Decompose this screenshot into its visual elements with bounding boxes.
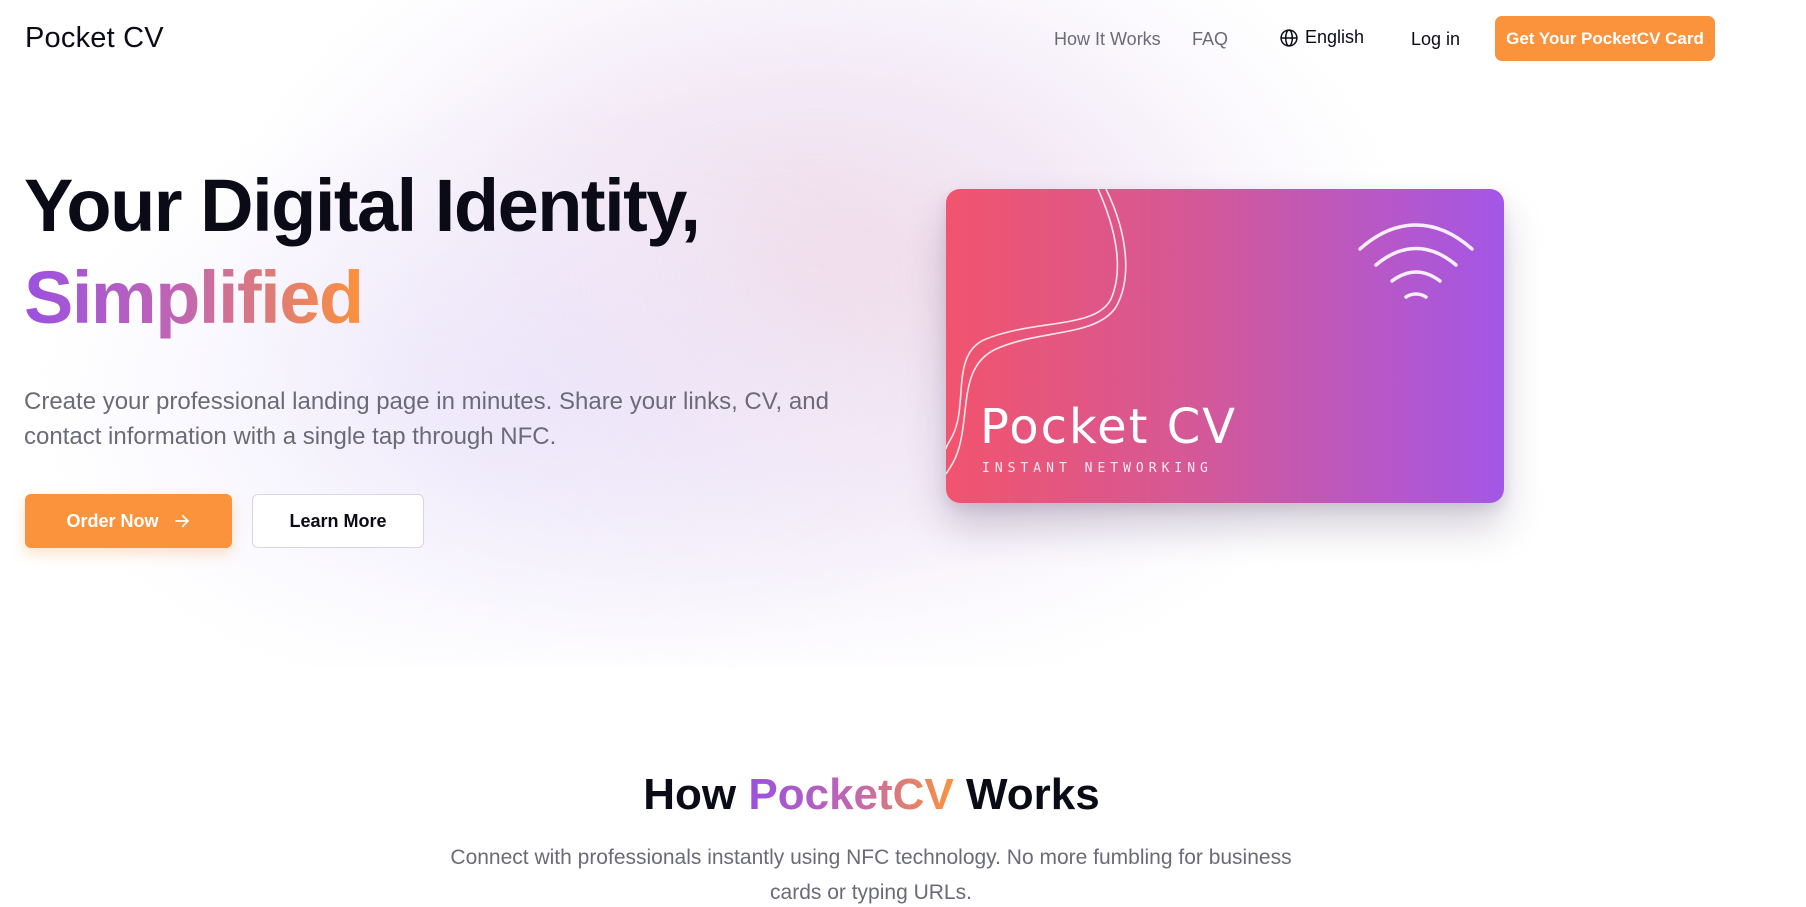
- top-navigation: Pocket CV How It Works FAQ English Log i…: [0, 0, 1806, 80]
- order-now-button[interactable]: Order Now: [25, 494, 232, 548]
- card-title: Pocket CV: [980, 399, 1238, 455]
- hero-description: Create your professional landing page in…: [24, 388, 829, 450]
- title-accent: PocketCV: [748, 770, 954, 819]
- arrow-right-icon: [174, 514, 189, 528]
- nav-link-how-it-works[interactable]: How It Works: [1054, 29, 1161, 50]
- nfc-waves-icon: [1358, 223, 1474, 299]
- language-label: English: [1305, 27, 1365, 47]
- title-suffix: Works: [953, 770, 1100, 819]
- hero-headline: Your Digital Identity, Simplified: [24, 160, 701, 344]
- nfc-card-illustration: Pocket CV INSTANT NETWORKING: [946, 189, 1504, 503]
- headline-accent: Simplified: [24, 256, 364, 339]
- order-now-label: Order Now: [66, 510, 159, 531]
- get-card-button[interactable]: Get Your PocketCV Card: [1495, 16, 1715, 61]
- globe-icon: [1280, 28, 1298, 47]
- how-it-works-description: Connect with professionals instantly usi…: [450, 846, 1292, 904]
- nav-link-faq[interactable]: FAQ: [1192, 29, 1228, 50]
- login-link[interactable]: Log in: [1411, 29, 1460, 50]
- headline-line-1: Your Digital Identity,: [24, 164, 701, 247]
- landing-page: Pocket CV How It Works FAQ English Log i…: [0, 0, 1806, 907]
- brand-logo[interactable]: Pocket CV: [25, 22, 164, 55]
- learn-more-button[interactable]: Learn More: [252, 494, 424, 548]
- how-it-works-title: How PocketCV Works: [0, 770, 1743, 820]
- title-prefix: How: [643, 770, 749, 819]
- language-selector[interactable]: English: [1279, 27, 1364, 48]
- card-tagline: INSTANT NETWORKING: [982, 461, 1213, 476]
